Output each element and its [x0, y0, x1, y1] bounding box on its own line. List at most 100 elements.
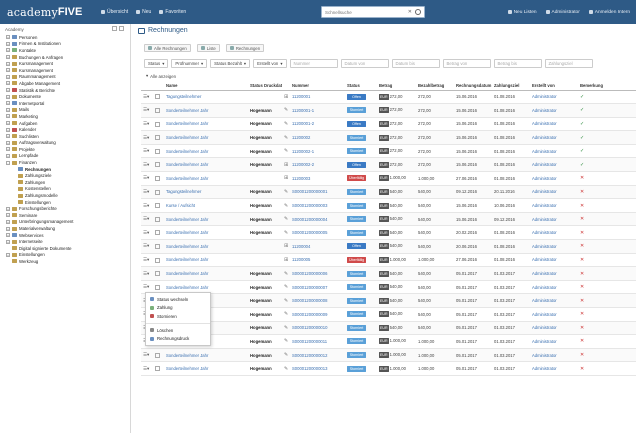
invoice-name-link[interactable]: Sonderteilnehmer Jahr [166, 244, 208, 249]
invoice-number-link[interactable]: S00001200000011 [292, 339, 327, 344]
expand-icon[interactable]: + [6, 74, 10, 79]
creator-link[interactable]: Administrator [532, 339, 557, 344]
sidebar-item[interactable]: + Webservices [6, 232, 130, 239]
row-menu-icon[interactable]: ☰▾ [143, 121, 149, 126]
filter-input[interactable]: Datum bis [391, 59, 440, 68]
invoice-name-link[interactable]: Sonderteilnehmer Jahr [166, 162, 208, 167]
creator-link[interactable]: Administrator [532, 312, 557, 317]
sidebar-item[interactable]: Rechnungen [6, 166, 130, 173]
row-checkbox[interactable] [155, 203, 160, 209]
creator-link[interactable]: Administrator [532, 257, 557, 262]
sidebar-item[interactable]: + Seminare [6, 212, 130, 219]
table-row[interactable]: ☰▾Sonderteilnehmer JahrHogemann✎S0000120… [141, 321, 636, 336]
collapse-all-icon[interactable] [112, 26, 117, 31]
invoice-number-link[interactable]: 11200004 [292, 244, 310, 249]
sidebar-item[interactable]: + Statistik & Berichte [6, 87, 130, 94]
sidebar-item[interactable]: Digital signierte Dokumente [6, 245, 130, 252]
toolbar-button[interactable]: Alle Rechnungen [144, 44, 191, 52]
sidebar-item[interactable]: + Kursmanagement [6, 60, 130, 67]
row-menu-icon[interactable]: ☰▾ [143, 366, 149, 371]
table-row[interactable]: ☰▾Sonderteilnehmer JahrHogemann✎S0000120… [141, 266, 636, 281]
filter-select[interactable]: Status Bezahlt ▾ [210, 59, 251, 68]
table-row[interactable]: ☰▾ Sonderteilnehmer Jahr ⊞ 11200004 Offen EUR… [141, 239, 636, 254]
table-row[interactable]: ☰▾ Sonderteilnehmer Jahr Hogemann ⊞ 11200002… [141, 157, 636, 173]
expand-icon[interactable]: + [6, 55, 10, 60]
expand-icon[interactable]: + [6, 48, 10, 53]
creator-link[interactable]: Administrator [532, 217, 557, 222]
expand-icon[interactable]: + [6, 134, 10, 139]
expand-icon[interactable]: + [6, 153, 10, 158]
sidebar-item[interactable]: + Mails [6, 107, 130, 114]
creator-link[interactable]: Administrator [532, 162, 557, 167]
row-menu-icon[interactable]: ☰▾ [143, 189, 149, 194]
creator-link[interactable]: Administrator [532, 285, 557, 290]
invoice-name-link[interactable]: Kurse / Aufsicht [166, 203, 195, 208]
creator-link[interactable]: Administrator [532, 353, 557, 358]
expand-icon[interactable]: + [6, 107, 10, 112]
sidebar-item[interactable]: + Projekte [6, 146, 130, 153]
row-menu-icon[interactable]: ☰▾ [143, 352, 149, 357]
invoice-name-link[interactable]: Sonderteilnehmer Jahr [166, 285, 208, 290]
invoice-name-link[interactable]: Sonderteilnehmer Jahr [166, 121, 208, 126]
topright-item[interactable]: Administrator [545, 6, 580, 18]
topright-item[interactable]: Anmelden Intern [588, 6, 630, 18]
context-menu-item[interactable]: Stornieren [146, 312, 210, 321]
table-row[interactable]: ☰▾Sonderteilnehmer JahrHogemann✎S0000120… [141, 225, 636, 241]
expand-icon[interactable]: + [6, 114, 10, 119]
sidebar-item[interactable]: + Internetportal [6, 100, 130, 107]
table-row[interactable]: ☰▾ Sonderteilnehmer Jahr Hogemann ✎ 11200002… [141, 144, 636, 159]
collapse-icon[interactable]: - [6, 160, 10, 165]
table-row[interactable]: ☰▾Sonderteilnehmer JahrHogemann✎S0000120… [141, 280, 636, 295]
sidebar-item[interactable]: + Forschungsberichte [6, 205, 130, 212]
invoice-name-link[interactable]: Sonderteilnehmer Jahr [166, 135, 208, 140]
invoice-name-link[interactable]: Sonderteilnehmer Jahr [166, 366, 208, 371]
filter-select[interactable]: Status ▾ [144, 59, 169, 68]
expand-icon[interactable]: + [6, 41, 10, 46]
sidebar-item[interactable]: + Buchungen & Anfragen [6, 54, 130, 61]
filter-input[interactable]: Betrag von [442, 59, 491, 68]
expand-icon[interactable]: + [6, 68, 10, 73]
sidebar-item[interactable]: + Aufgaben [6, 120, 130, 127]
toolbar-button[interactable]: Rechnungen [225, 44, 265, 52]
creator-link[interactable]: Administrator [532, 271, 557, 276]
row-menu-icon[interactable]: ☰▾ [143, 271, 149, 276]
column-header[interactable] [282, 81, 290, 91]
table-row[interactable]: ☰▾ Tagungsteilnehmer Hogemann ✎ S00001200000… [141, 185, 636, 200]
row-checkbox[interactable] [155, 148, 160, 154]
row-menu-icon[interactable]: ☰▾ [143, 216, 149, 221]
row-checkbox[interactable] [155, 271, 160, 277]
filter-select[interactable]: Prüfnummer ▾ [171, 59, 208, 68]
invoice-number-link[interactable]: 11200002 [292, 135, 310, 140]
expand-icon[interactable]: + [6, 252, 10, 257]
invoice-number-link[interactable]: S00001200000013 [292, 366, 327, 371]
sidebar-item[interactable]: Kostenstellen [6, 186, 130, 193]
row-menu-icon[interactable]: ☰▾ [143, 135, 149, 140]
invoice-number-link[interactable]: S00001200000006 [292, 271, 327, 276]
creator-link[interactable]: Administrator [532, 244, 557, 249]
invoice-number-link[interactable]: S00001200000003 [292, 203, 327, 208]
creator-link[interactable]: Administrator [532, 108, 557, 113]
row-checkbox[interactable] [155, 176, 160, 182]
sidebar-item[interactable]: + Kontakte [6, 47, 130, 54]
creator-link[interactable]: Administrator [532, 94, 557, 99]
row-menu-icon[interactable]: ☰▾ [143, 230, 149, 235]
invoice-name-link[interactable]: Sonderteilnehmer Jahr [166, 217, 208, 222]
table-row[interactable]: ☰▾Sonderteilnehmer JahrHogemann✎S0000120… [141, 212, 636, 227]
creator-link[interactable]: Administrator [532, 121, 557, 126]
column-header[interactable]: Zahlungsziel [492, 81, 530, 91]
creator-link[interactable]: Administrator [532, 135, 557, 140]
row-checkbox[interactable] [155, 257, 160, 263]
expand-icon[interactable]: + [6, 213, 10, 218]
invoice-number-link[interactable]: S00001200000010 [292, 325, 327, 330]
row-checkbox[interactable] [155, 108, 160, 114]
row-menu-icon[interactable]: ☰▾ [143, 257, 149, 262]
row-menu-icon[interactable]: ☰▾ [143, 203, 149, 208]
invoice-number-link[interactable]: 11200003 [292, 176, 310, 181]
expand-icon[interactable]: + [6, 94, 10, 99]
expand-icon[interactable]: + [6, 101, 10, 106]
table-row[interactable]: ☰▾Sonderteilnehmer JahrHogemann✎S0000120… [141, 361, 636, 376]
row-checkbox[interactable] [155, 94, 160, 100]
table-row[interactable]: ☰▾ Sonderteilnehmer Jahr ⊞ 11200003 Überfäll… [141, 171, 636, 186]
expand-icon[interactable]: + [6, 127, 10, 132]
invoice-name-link[interactable]: Tagungsteilnehmer [166, 94, 201, 99]
